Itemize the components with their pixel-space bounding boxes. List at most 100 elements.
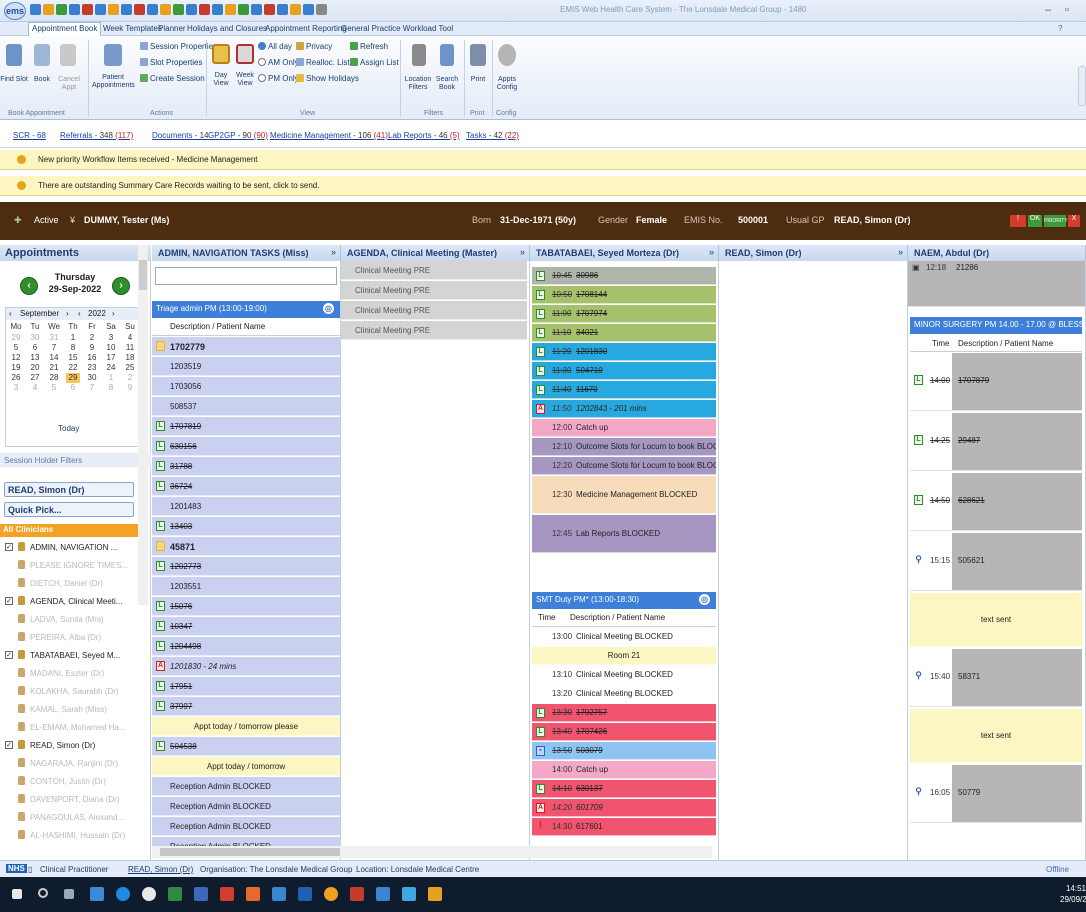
- calendar-day[interactable]: 3: [9, 383, 23, 393]
- naem-slot[interactable]: ⚲ 15:40 58371: [910, 649, 1082, 707]
- create-session-button[interactable]: Create Session: [140, 74, 205, 83]
- all-clinicians-header[interactable]: All Clinicians: [0, 524, 138, 537]
- admin-slot[interactable]: A 1201830 - 24 mins: [152, 657, 340, 676]
- naem-slot[interactable]: ⚲ 15:15 505621: [910, 533, 1082, 591]
- excel-icon[interactable]: [168, 887, 182, 901]
- task-view-icon[interactable]: [64, 889, 74, 899]
- tabatabaei-slot[interactable]: 12:00 Catch up: [532, 419, 716, 437]
- session-info-icon[interactable]: ◎: [699, 594, 710, 605]
- quick-access-icon[interactable]: [134, 4, 145, 15]
- horizontal-scroll-thumb[interactable]: [160, 848, 340, 856]
- quick-access-icon[interactable]: [121, 4, 132, 15]
- admin-slot[interactable]: Reception Admin BLOCKED: [152, 777, 340, 796]
- naem-slot[interactable]: L 14:50 628621: [910, 473, 1082, 531]
- naem-slot[interactable]: text sent: [910, 593, 1082, 647]
- quick-access-icon[interactable]: [251, 4, 262, 15]
- admin-slot[interactable]: L 1707819: [152, 417, 340, 436]
- prev-year-icon[interactable]: ‹: [78, 309, 81, 318]
- quick-access-icon[interactable]: [303, 4, 314, 15]
- all-day-option[interactable]: All day: [258, 42, 292, 51]
- column-expand-icon[interactable]: »: [709, 247, 714, 257]
- calendar-day[interactable]: 5: [47, 383, 61, 393]
- clinician-checkbox[interactable]: ✓: [5, 651, 13, 659]
- column-header-naem[interactable]: NAEM, Abdul (Dr): [908, 245, 1086, 261]
- admin-slot[interactable]: L 17951: [152, 677, 340, 696]
- calendar-month[interactable]: September: [20, 309, 59, 318]
- calendar-day[interactable]: 10: [104, 343, 118, 353]
- calendar-day[interactable]: 1: [66, 333, 80, 343]
- clinician-item[interactable]: NAGARAJA, Ranjini (Dr): [0, 755, 136, 772]
- calendar-day[interactable]: 18: [123, 353, 137, 363]
- admin-slot[interactable]: L 504538: [152, 737, 340, 756]
- quick-access-icon[interactable]: [264, 4, 275, 15]
- referrals-link[interactable]: Referrals - 348 (117): [60, 131, 133, 140]
- quick-access-icon[interactable]: [225, 4, 236, 15]
- today-button[interactable]: Today: [58, 424, 79, 433]
- app-icon[interactable]: [142, 887, 156, 901]
- privacy-button[interactable]: Privacy: [296, 42, 332, 51]
- priority-badge[interactable]: PRIORITY: [1044, 215, 1068, 227]
- calendar-day[interactable]: 5: [9, 343, 23, 353]
- calendar-day[interactable]: 1: [104, 373, 118, 383]
- app-icon[interactable]: [272, 887, 286, 901]
- tab-workload-tool[interactable]: General Practice Workload Tool: [338, 23, 456, 34]
- session-holder-select[interactable]: READ, Simon (Dr): [4, 482, 134, 497]
- clinician-item[interactable]: ✓ READ, Simon (Dr): [0, 737, 136, 754]
- smt-slot[interactable]: L 13:40 1707426: [532, 723, 716, 741]
- tabatabaei-slot[interactable]: L 11:20 1201830: [532, 343, 716, 361]
- pm-only-option[interactable]: PM Only: [258, 74, 299, 83]
- calendar-day[interactable]: 3: [104, 333, 118, 343]
- clinician-item[interactable]: EL-EMAM, Mohamed Ha...: [0, 719, 136, 736]
- calendar-day[interactable]: 30: [28, 333, 42, 343]
- notification-priority-workflow[interactable]: New priority Workflow Items received - M…: [0, 150, 1086, 170]
- app-icon[interactable]: [402, 887, 416, 901]
- column-expand-icon[interactable]: »: [898, 247, 903, 257]
- chevron-down-icon[interactable]: ¥: [70, 215, 75, 225]
- next-month-icon[interactable]: ›: [66, 309, 69, 318]
- print-button[interactable]: Print: [466, 76, 490, 84]
- calendar-day[interactable]: 11: [123, 343, 137, 353]
- calendar-day[interactable]: 24: [104, 363, 118, 373]
- agenda-slot[interactable]: Clinical Meeting PRE: [341, 321, 527, 340]
- clinician-item[interactable]: ✓ TABATABAEI, Seyed M...: [0, 647, 136, 664]
- quick-access-icon[interactable]: [82, 4, 93, 15]
- clinician-item[interactable]: PLEASE IGNORE TIMES...: [0, 557, 136, 574]
- quick-access-icon[interactable]: [199, 4, 210, 15]
- admin-slot[interactable]: L 37997: [152, 697, 340, 716]
- quick-access-icon[interactable]: [108, 4, 119, 15]
- tabatabaei-slot[interactable]: L 11:00 1707974: [532, 305, 716, 323]
- admin-slot[interactable]: 1203551: [152, 577, 340, 596]
- quick-access-icon[interactable]: [30, 4, 41, 15]
- app-icon[interactable]: [194, 887, 208, 901]
- calendar-day[interactable]: 6: [66, 383, 80, 393]
- patient-appointments-button[interactable]: Patient Appointments: [92, 74, 135, 90]
- realloc-list-button[interactable]: Realloc. List: [296, 58, 350, 67]
- quick-access-icon[interactable]: [69, 4, 80, 15]
- admin-slot[interactable]: L 1204498: [152, 637, 340, 656]
- outlook-icon[interactable]: [90, 887, 104, 901]
- calendar-day[interactable]: 8: [66, 343, 80, 353]
- show-holidays-button[interactable]: Show Holidays: [296, 74, 359, 83]
- next-year-icon[interactable]: ›: [112, 309, 115, 318]
- calendar-day[interactable]: 8: [104, 383, 118, 393]
- prev-day-button[interactable]: ‹: [20, 277, 38, 295]
- quick-access-icon[interactable]: [238, 4, 249, 15]
- clinician-item[interactable]: DAVENPORT, Diana (Dr): [0, 791, 136, 808]
- calendar-day[interactable]: 7: [47, 343, 61, 353]
- agenda-slot[interactable]: Clinical Meeting PRE: [341, 301, 527, 320]
- sidebar-scroll-thumb[interactable]: [139, 260, 147, 290]
- calendar-year[interactable]: 2022: [88, 309, 106, 318]
- smt-slot[interactable]: ▪ 13:50 503079: [532, 742, 716, 760]
- app-icon[interactable]: [220, 887, 234, 901]
- clinician-item[interactable]: ✓ ADMIN, NAVIGATION ...: [0, 539, 136, 556]
- calendar-day[interactable]: 20: [28, 363, 42, 373]
- column-header-agenda[interactable]: AGENDA, Clinical Meeting (Master) »: [341, 245, 530, 261]
- documents-link[interactable]: Documents - 14: [152, 131, 209, 140]
- admin-slot[interactable]: 508537: [152, 397, 340, 416]
- search-book-button[interactable]: Search Book: [434, 76, 460, 92]
- smt-slot[interactable]: ! 14:30 617601: [532, 818, 716, 836]
- calendar-day[interactable]: 25: [123, 363, 137, 373]
- calendar-day[interactable]: 15: [66, 353, 80, 363]
- calendar-day[interactable]: 28: [47, 373, 61, 383]
- clinician-item[interactable]: PEREIRA, Alba (Dr): [0, 629, 136, 646]
